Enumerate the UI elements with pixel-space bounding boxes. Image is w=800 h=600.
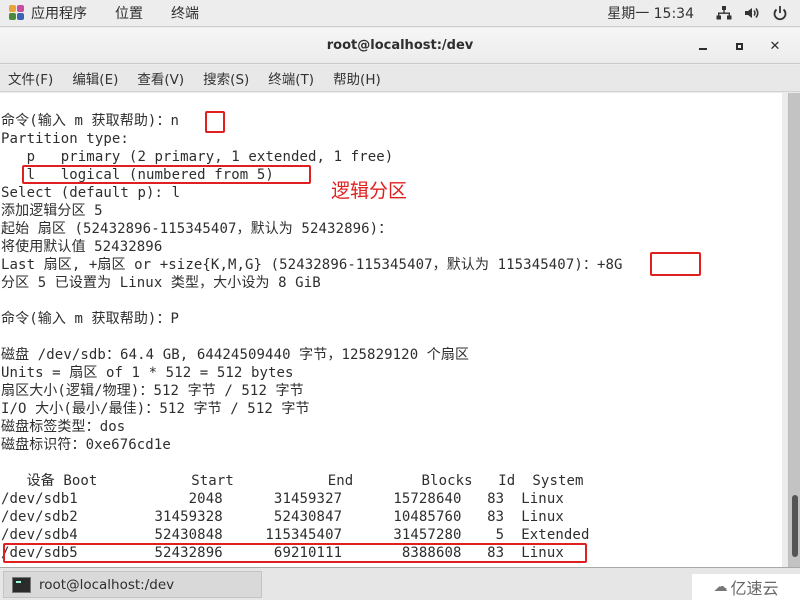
window-title: root@localhost:/dev: [326, 38, 474, 53]
partition-table-row: /dev/sdb2 31459328 52430847 10485760 83 …: [1, 509, 564, 525]
terminal-line: 将使用默认值 52432896: [1, 239, 163, 255]
watermark: ☁ 亿速云: [692, 574, 800, 600]
terminal-line: p primary (2 primary, 1 extended, 1 free…: [1, 149, 394, 165]
terminal-line: 磁盘标签类型：dos: [1, 419, 126, 435]
partition-table-header: 设备 Boot Start End Blocks Id System: [1, 473, 584, 489]
terminal-line: Partition type:: [1, 131, 129, 147]
close-icon: ✕: [769, 38, 781, 54]
scrollbar-thumb[interactable]: [792, 495, 798, 557]
highlight-command-n: [205, 111, 225, 133]
annotation-logical-partition: 逻辑分区: [331, 180, 408, 202]
terminal-line: 扇区大小(逻辑/物理)：512 字节 / 512 字节: [1, 383, 304, 399]
terminal-line: 命令(输入 m 获取帮助)：P: [1, 311, 180, 327]
applications-icon[interactable]: [9, 5, 25, 21]
terminal-line: I/O 大小(最小/最佳)：512 字节 / 512 字节: [1, 401, 310, 417]
menu-search[interactable]: 搜索(S): [203, 68, 249, 88]
terminal-line: 磁盘 /dev/sdb：64.4 GB, 64424509440 字节，1258…: [1, 347, 470, 363]
taskbar-item-label: root@localhost:/dev: [39, 576, 175, 593]
applications-menu[interactable]: 应用程序: [31, 3, 87, 23]
menu-help[interactable]: 帮助(H): [333, 68, 381, 88]
places-menu[interactable]: 位置: [115, 3, 143, 23]
menu-view[interactable]: 查看(V): [137, 68, 184, 88]
clock[interactable]: 星期一 15:34: [607, 3, 694, 23]
cloud-logo-icon: ☁: [713, 579, 728, 595]
minimize-icon: [699, 48, 707, 50]
highlight-logical-option: [22, 165, 311, 184]
menubar: 文件(F) 编辑(E) 查看(V) 搜索(S) 终端(T) 帮助(H): [0, 65, 800, 92]
network-icon[interactable]: [716, 5, 732, 21]
highlight-sdb5-row: [3, 543, 587, 563]
terminal-scrollbar[interactable]: [788, 93, 800, 567]
partition-table-row: /dev/sdb1 2048 31459327 15728640 83 Linu…: [1, 491, 564, 507]
terminal-line: Units = 扇区 of 1 * 512 = 512 bytes: [1, 365, 294, 381]
maximize-button[interactable]: [724, 34, 754, 58]
terminal-line: 磁盘标识符：0xe676cd1e: [1, 437, 171, 453]
terminal-line: 起始 扇区 (52432896-115345407，默认为 52432896)：: [1, 221, 393, 237]
taskbar-terminal-item[interactable]: root@localhost:/dev: [3, 571, 262, 598]
terminal-line: Select (default p): l: [1, 185, 181, 201]
volume-icon[interactable]: [744, 5, 760, 21]
terminal-line: Last 扇区, +扇区 or +size{K,M,G} (52432896-1…: [1, 257, 623, 273]
terminal-line: 添加逻辑分区 5: [1, 203, 103, 219]
terminal-line: 分区 5 已设置为 Linux 类型，大小设为 8 GiB: [1, 275, 321, 291]
menu-edit[interactable]: 编辑(E): [72, 68, 118, 88]
power-icon[interactable]: [772, 5, 788, 21]
window-titlebar[interactable]: root@localhost:/dev ✕: [0, 28, 800, 64]
terminal-icon: [12, 576, 31, 593]
maximize-icon: [735, 42, 743, 50]
terminal-line: 命令(输入 m 获取帮助)：n: [1, 113, 180, 129]
partition-table-row: /dev/sdb4 52430848 115345407 31457280 5 …: [1, 527, 590, 543]
menu-terminal[interactable]: 终端(T): [268, 68, 314, 88]
taskbar: root@localhost:/dev: [0, 567, 800, 600]
highlight-size-input: [650, 252, 701, 276]
minimize-button[interactable]: [688, 34, 718, 58]
menu-file[interactable]: 文件(F): [8, 68, 53, 88]
close-button[interactable]: ✕: [760, 34, 790, 58]
terminal-app-menu[interactable]: 终端: [171, 3, 199, 23]
top-panel: 应用程序 位置 终端 星期一 15:34: [0, 0, 800, 27]
watermark-text: 亿速云: [730, 579, 779, 598]
